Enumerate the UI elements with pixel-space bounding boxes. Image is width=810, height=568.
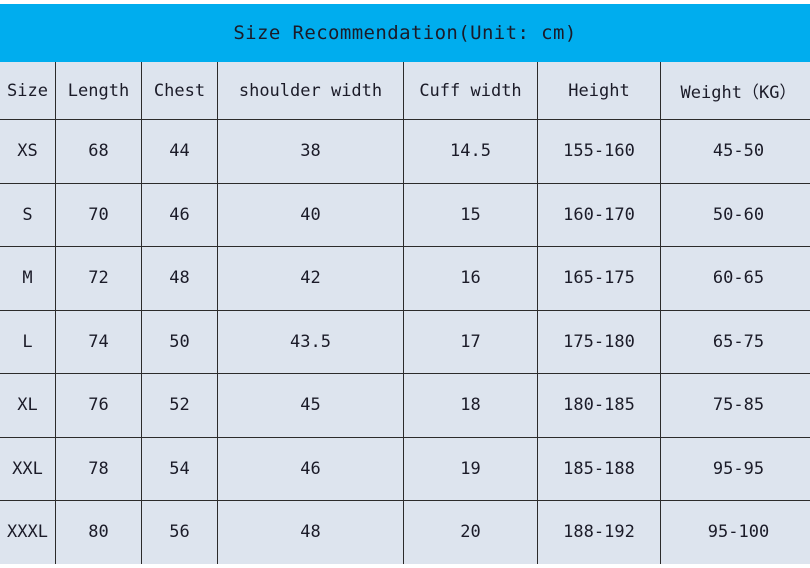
cell-height: 180-185	[537, 373, 661, 438]
cell-shoulder-width: 40	[217, 182, 404, 247]
column-header-size: Size	[0, 62, 56, 120]
table-row: M 72 48 42 16 165-175 60-65	[0, 246, 810, 311]
table-row: XXXL 80 56 48 20 188-192 95-100	[0, 500, 810, 564]
cell-chest: 52	[141, 373, 218, 438]
cell-cuff-width: 15	[403, 182, 538, 247]
cell-size: XXXL	[0, 500, 56, 564]
column-header-chest: Chest	[141, 62, 218, 120]
cell-height: 188-192	[537, 500, 661, 564]
cell-length: 72	[55, 246, 142, 311]
cell-length: 78	[55, 436, 142, 501]
cell-chest: 44	[141, 119, 218, 184]
cell-size: XL	[0, 373, 56, 438]
cell-length: 74	[55, 309, 142, 374]
size-recommendation-table: Size Length Chest shoulder width Cuff wi…	[0, 62, 810, 564]
cell-cuff-width: 19	[403, 436, 538, 501]
cell-cuff-width: 16	[403, 246, 538, 311]
column-header-height: Height	[537, 62, 661, 120]
cell-shoulder-width: 46	[217, 436, 404, 501]
cell-weight: 60-65	[660, 246, 810, 311]
cell-weight: 65-75	[660, 309, 810, 374]
cell-height: 155-160	[537, 119, 661, 184]
cell-length: 68	[55, 119, 142, 184]
cell-chest: 48	[141, 246, 218, 311]
cell-chest: 50	[141, 309, 218, 374]
cell-size: XXL	[0, 436, 56, 501]
cell-size: L	[0, 309, 56, 374]
cell-chest: 56	[141, 500, 218, 564]
table-header-row: Size Length Chest shoulder width Cuff wi…	[0, 62, 810, 120]
column-header-shoulder-width: shoulder width	[217, 62, 404, 120]
cell-shoulder-width: 45	[217, 373, 404, 438]
cell-size: XS	[0, 119, 56, 184]
table-row: S 70 46 40 15 160-170 50-60	[0, 182, 810, 247]
cell-chest: 54	[141, 436, 218, 501]
cell-shoulder-width: 43.5	[217, 309, 404, 374]
column-header-cuff-width: Cuff width	[403, 62, 538, 120]
cell-chest: 46	[141, 182, 218, 247]
cell-height: 175-180	[537, 309, 661, 374]
cell-shoulder-width: 38	[217, 119, 404, 184]
cell-weight: 75-85	[660, 373, 810, 438]
table-row: XL 76 52 45 18 180-185 75-85	[0, 373, 810, 438]
size-chart-container: Size Recommendation(Unit: cm) Size Lengt…	[0, 0, 810, 568]
cell-size: S	[0, 182, 56, 247]
table-row: L 74 50 43.5 17 175-180 65-75	[0, 309, 810, 374]
table-row: XS 68 44 38 14.5 155-160 45-50	[0, 119, 810, 184]
table-row: XXL 78 54 46 19 185-188 95-95	[0, 436, 810, 501]
page-title: Size Recommendation(Unit: cm)	[233, 22, 577, 44]
cell-length: 80	[55, 500, 142, 564]
cell-length: 70	[55, 182, 142, 247]
cell-length: 76	[55, 373, 142, 438]
cell-size: M	[0, 246, 56, 311]
cell-height: 165-175	[537, 246, 661, 311]
cell-weight: 45-50	[660, 119, 810, 184]
cell-weight: 50-60	[660, 182, 810, 247]
cell-weight: 95-95	[660, 436, 810, 501]
cell-cuff-width: 18	[403, 373, 538, 438]
cell-weight: 95-100	[660, 500, 810, 564]
title-banner: Size Recommendation(Unit: cm)	[0, 4, 810, 62]
cell-height: 185-188	[537, 436, 661, 501]
cell-height: 160-170	[537, 182, 661, 247]
cell-shoulder-width: 48	[217, 500, 404, 564]
cell-shoulder-width: 42	[217, 246, 404, 311]
cell-cuff-width: 20	[403, 500, 538, 564]
column-header-weight: Weight（KG）	[660, 62, 810, 120]
column-header-length: Length	[55, 62, 142, 120]
cell-cuff-width: 14.5	[403, 119, 538, 184]
cell-cuff-width: 17	[403, 309, 538, 374]
